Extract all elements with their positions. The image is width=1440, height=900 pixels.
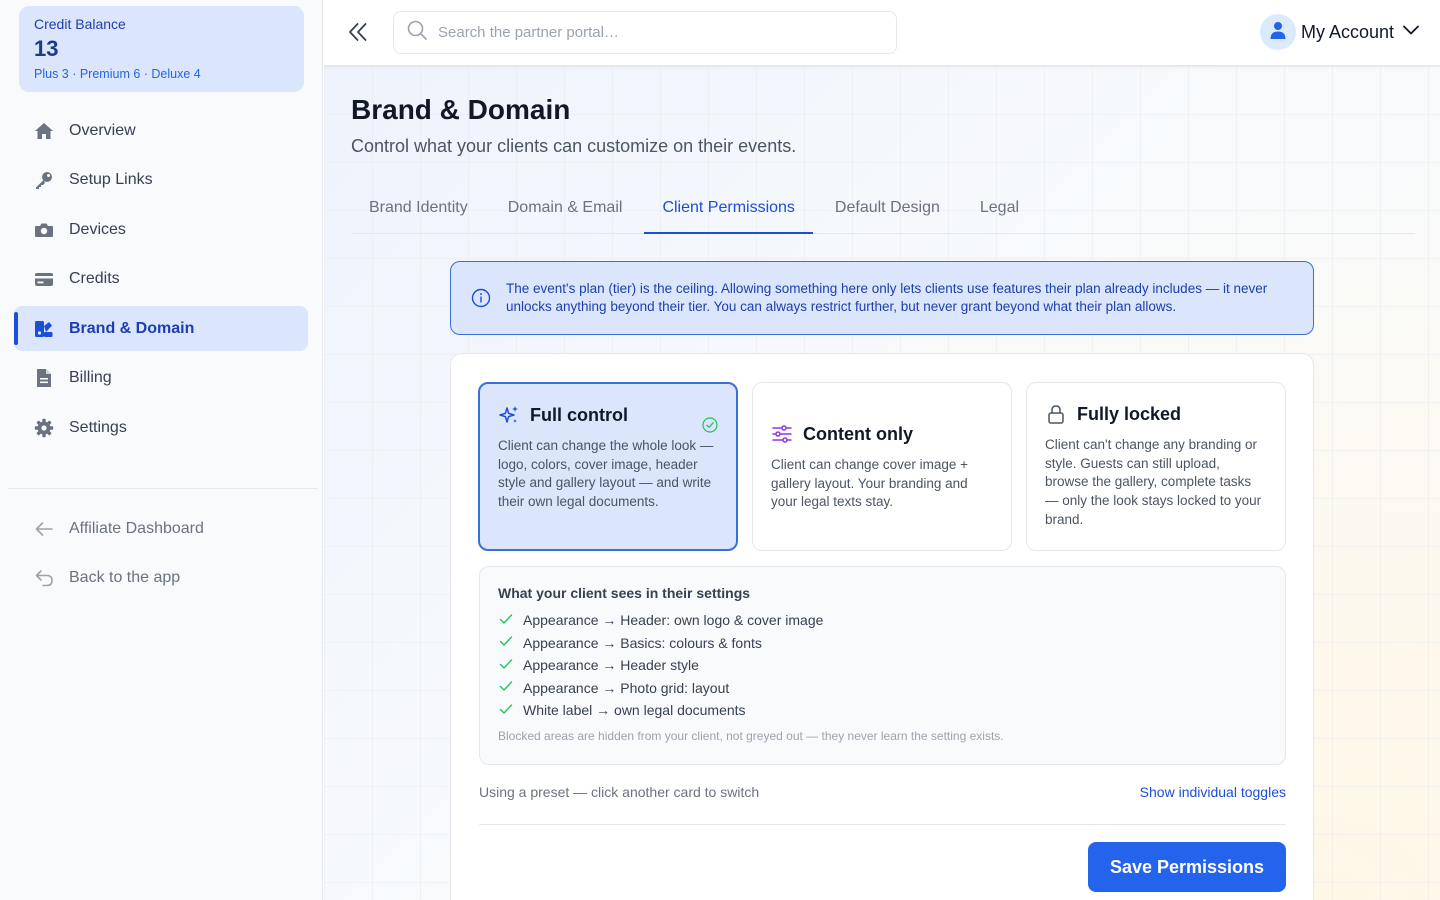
sidebar-item-label: Brand & Domain	[69, 319, 195, 337]
lock-icon	[1045, 403, 1067, 425]
card-title: Fully locked	[1077, 403, 1182, 424]
list-item: Appearance → Header style	[498, 654, 1267, 677]
user-icon	[1268, 20, 1288, 45]
tab-brand-identity[interactable]: Brand Identity	[351, 186, 486, 234]
list-item-label: White label → own legal documents	[523, 702, 746, 719]
sidebar-item-label: Billing	[69, 369, 112, 386]
check-icon	[498, 678, 514, 697]
preset-card-fully-locked[interactable]: Fully locked Client can't change any bra…	[1026, 382, 1286, 551]
return-icon	[34, 568, 54, 588]
sidebar-nav: Overview Setup Links Devices Credits Bra…	[14, 108, 308, 455]
search-box	[393, 11, 897, 54]
preset-card-full-control[interactable]: Full control Client can change the whole…	[478, 382, 738, 551]
show-individual-toggles-link[interactable]: Show individual toggles	[1140, 784, 1286, 800]
list-item: Appearance → Basics: colours & fonts	[498, 632, 1267, 655]
sidebar-item-label: Overview	[69, 121, 136, 139]
tab-default-design[interactable]: Default Design	[817, 186, 958, 234]
sidebar-item-brand-domain[interactable]: Brand & Domain	[14, 306, 308, 351]
card-title: Content only	[803, 423, 913, 444]
sidebar-item-affiliate-dashboard[interactable]: Affiliate Dashboard	[14, 506, 308, 551]
arrow-left-icon	[34, 519, 54, 539]
page-title: Brand & Domain	[351, 94, 571, 125]
preview-note: Blocked areas are hidden from your clien…	[498, 728, 1004, 743]
info-text: The event's plan (tier) is the ceiling. …	[506, 280, 1268, 314]
panel-divider	[479, 824, 1286, 825]
list-item-label: Appearance → Header: own logo & cover im…	[523, 612, 824, 629]
credit-balance-card: Credit Balance 13 Plus 3 · Premium 6 · D…	[19, 6, 304, 92]
list-item-label: Appearance → Basics: colours & fonts	[523, 634, 762, 651]
check-icon	[498, 611, 514, 630]
list-item: White label → own legal documents	[498, 699, 1267, 722]
sidebar-divider	[8, 488, 318, 489]
sidebar-item-label: Credits	[69, 270, 120, 287]
document-icon	[34, 368, 54, 388]
card-title: Full control	[530, 404, 628, 425]
list-item-label: Appearance → Header style	[523, 657, 699, 674]
sidebar-item-credits[interactable]: Credits	[14, 257, 308, 302]
check-icon	[498, 701, 514, 720]
chevron-down-icon	[1402, 21, 1420, 44]
sidebar-item-overview[interactable]: Overview	[14, 108, 308, 153]
sidebar-item-devices[interactable]: Devices	[14, 207, 308, 252]
main-content: Brand & Domain Control what your clients…	[324, 66, 1440, 900]
credit-breakdown: Plus 3 · Premium 6 · Deluxe 4	[34, 67, 201, 81]
list-item: Appearance → Photo grid: layout	[498, 677, 1267, 700]
home-icon	[34, 121, 54, 141]
credit-balance-label: Credit Balance	[34, 16, 126, 32]
card-description: Client can change cover image + gallery …	[771, 457, 968, 510]
avatar	[1259, 14, 1296, 50]
tab-domain-email[interactable]: Domain & Email	[490, 186, 641, 234]
list-item-label: Appearance → Photo grid: layout	[523, 679, 730, 696]
preset-status-text: Using a preset — click another card to s…	[479, 784, 760, 800]
check-icon	[498, 656, 514, 675]
card-header: Content only	[771, 423, 993, 445]
card-description: Client can change the whole look — logo,…	[498, 438, 714, 509]
permissions-panel: Full control Client can change the whole…	[450, 353, 1314, 900]
sidebar-secondary-nav: Affiliate Dashboard Back to the app	[14, 506, 308, 605]
preset-card-content-only[interactable]: Content only Client can change cover ima…	[752, 382, 1012, 551]
check-icon	[498, 633, 514, 652]
sidebar-item-billing[interactable]: Billing	[14, 356, 308, 401]
sidebar-item-label: Affiliate Dashboard	[69, 519, 204, 537]
account-label: My Account	[1300, 21, 1394, 42]
list-item: Appearance → Header: own logo & cover im…	[498, 609, 1267, 632]
tab-client-permissions[interactable]: Client Permissions	[644, 186, 813, 234]
topbar: My Account	[324, 0, 1440, 66]
credit-card-icon	[34, 269, 54, 289]
tab-bar: Brand Identity Domain & Email Client Per…	[351, 186, 1415, 234]
tab-legal[interactable]: Legal	[962, 186, 1037, 234]
account-menu[interactable]: My Account	[1259, 14, 1420, 50]
sidebar-item-setup-links[interactable]: Setup Links	[14, 158, 308, 203]
check-circle-icon	[702, 417, 718, 438]
collapse-sidebar-button[interactable]	[346, 20, 370, 44]
search-input[interactable]	[438, 24, 896, 41]
sidebar-item-label: Back to the app	[69, 569, 181, 586]
page-subtitle: Control what your clients can customize …	[351, 136, 797, 156]
camera-icon	[34, 220, 54, 240]
gear-icon	[34, 418, 54, 438]
key-icon	[34, 170, 54, 190]
sidebar-item-settings[interactable]: Settings	[14, 405, 308, 450]
sidebar-item-label: Setup Links	[69, 171, 153, 188]
sidebar-item-label: Settings	[69, 418, 127, 436]
info-banner: The event's plan (tier) is the ceiling. …	[450, 261, 1314, 335]
search-icon	[406, 19, 438, 46]
credit-balance-value: 13	[34, 36, 59, 61]
sparkles-icon	[498, 404, 520, 426]
card-description: Client can't change any branding or styl…	[1045, 437, 1262, 527]
card-header: Full control	[498, 404, 718, 426]
sidebar: Credit Balance 13 Plus 3 · Premium 6 · D…	[0, 0, 323, 900]
card-header: Fully locked	[1045, 403, 1267, 425]
sidebar-item-label: Devices	[69, 220, 126, 238]
chevrons-left-icon	[346, 23, 370, 48]
brand-icon	[34, 319, 54, 339]
sidebar-item-back-to-app[interactable]: Back to the app	[14, 556, 308, 601]
client-settings-preview: What your client sees in their settings …	[479, 566, 1286, 765]
info-icon	[471, 288, 491, 308]
sliders-icon	[771, 423, 793, 445]
save-permissions-button[interactable]: Save Permissions	[1088, 842, 1286, 892]
preview-title: What your client sees in their settings	[498, 585, 751, 601]
